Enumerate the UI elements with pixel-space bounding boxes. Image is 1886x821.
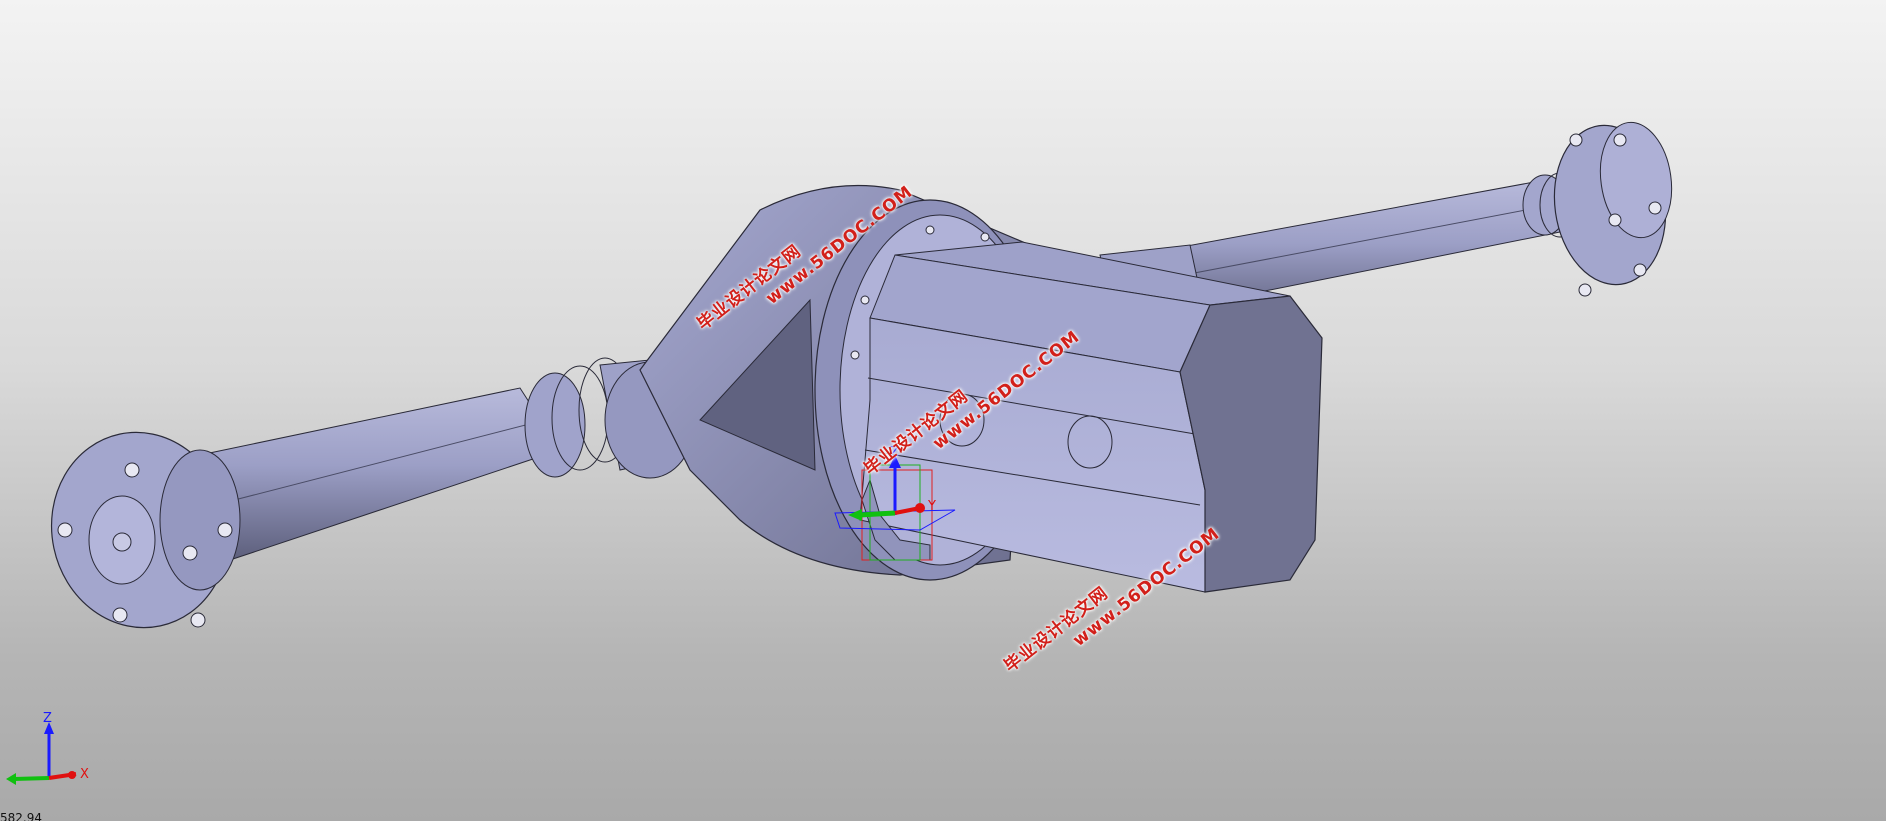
triad-z-label: Z bbox=[43, 711, 52, 726]
orientation-triad: Z X bbox=[6, 711, 89, 785]
triad-x-label: X bbox=[80, 767, 89, 782]
left-hub-flange[interactable] bbox=[34, 416, 247, 644]
model-viewport[interactable]: Z Y Z X 毕业设计论文网 www.56DOC.COM 毕业设计论文网 ww… bbox=[0, 0, 1886, 821]
compass-x-axis[interactable] bbox=[859, 510, 896, 518]
right-hub-flange[interactable] bbox=[1544, 118, 1678, 297]
status-readout: 582.94 bbox=[0, 811, 42, 821]
triad-y-axis bbox=[13, 776, 50, 781]
compass-y-label: Y bbox=[927, 499, 936, 514]
left-axle-tube[interactable] bbox=[199, 354, 711, 561]
